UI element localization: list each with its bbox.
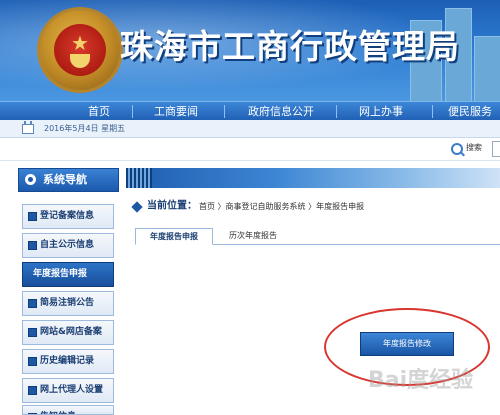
sidebar-item-label: 登记备案信息	[40, 211, 95, 221]
nav-item-public-services[interactable]: 便民服务	[440, 102, 500, 121]
sidebar-item-label: 告知信息	[40, 406, 76, 414]
nav-item-online-services[interactable]: 网上办事	[348, 102, 414, 121]
sidebar-item-registration-info[interactable]: 登记备案信息	[22, 204, 114, 229]
sidebar-item-notices[interactable]: 告知信息	[22, 405, 114, 415]
bullet-icon	[28, 357, 37, 366]
sidebar-item-website-filing[interactable]: 网站&网店备案	[22, 320, 114, 345]
nav-separator	[224, 105, 225, 118]
emblem-inner: ★	[54, 24, 106, 76]
sidebar-item-label: 简易注销公告	[40, 298, 95, 308]
header-stripes	[126, 168, 152, 188]
nav-separator	[336, 105, 337, 118]
bullet-icon	[28, 241, 37, 250]
building-graphic	[474, 36, 500, 101]
sidebar-item-label: 网上代理人设置	[40, 385, 104, 395]
star-icon: ★	[71, 31, 89, 55]
shield-icon	[70, 54, 90, 68]
sidebar-title: 系统导航	[43, 173, 87, 186]
sidebar-item-label: 年度报告申报	[33, 269, 88, 279]
nav-item-home[interactable]: 首页	[75, 102, 123, 121]
tab-annual-report[interactable]: 年度报告申报	[135, 228, 213, 245]
nav-icon	[25, 174, 36, 185]
bullet-icon	[28, 386, 37, 395]
header-banner: ★ 珠海市工商行政管理局	[0, 0, 500, 101]
calendar-icon	[22, 121, 34, 134]
sidebar-header: 系统导航	[18, 168, 119, 192]
emblem-logo: ★	[40, 10, 120, 90]
nav-separator	[132, 105, 133, 118]
nav-item-info-disclosure[interactable]: 政府信息公开	[236, 102, 326, 121]
site-title: 珠海市工商行政管理局	[120, 27, 460, 66]
location-icon	[131, 200, 143, 213]
breadcrumb-path[interactable]: 首页 〉商事登记自助服务系统 〉年度报告申报	[199, 202, 364, 211]
nav-item-news[interactable]: 工商要闻	[140, 102, 212, 121]
sidebar-item-simple-cancellation[interactable]: 简易注销公告	[22, 291, 114, 316]
sidebar-item-edit-history[interactable]: 历史编辑记录	[22, 349, 114, 374]
sidebar-item-label: 自主公示信息	[40, 240, 95, 250]
search-icon[interactable]	[451, 143, 463, 155]
sidebar-item-self-disclosure[interactable]: 自主公示信息	[22, 233, 114, 258]
sidebar-item-agent-settings[interactable]: 网上代理人设置	[22, 378, 114, 403]
sidebar-item-label: 历史编辑记录	[40, 356, 95, 366]
tab-report-history[interactable]: 历次年度报告	[217, 228, 289, 243]
tab-bar: 年度报告申报 历次年度报告	[135, 228, 500, 245]
watermark-text: Bai度经验	[368, 368, 474, 393]
breadcrumb: 当前位置： 首页 〉商事登记自助服务系统 〉年度报告申报	[130, 198, 364, 214]
sidebar-item-annual-report[interactable]: 年度报告申报	[22, 262, 114, 287]
search-input[interactable]	[492, 141, 500, 157]
bullet-icon	[28, 328, 37, 337]
search-label[interactable]: 搜索	[466, 142, 482, 153]
bullet-icon	[28, 212, 37, 221]
sidebar	[14, 165, 122, 413]
breadcrumb-label: 当前位置：	[147, 200, 197, 212]
current-date: 2016年5月4日 星期五	[44, 124, 126, 133]
nav-separator	[432, 105, 433, 118]
bullet-icon	[28, 299, 37, 308]
sidebar-item-label: 网站&网店备案	[40, 327, 102, 337]
main-nav: 首页 工商要闻 政府信息公开 网上办事 便民服务	[0, 101, 500, 121]
search-bar: 搜索	[0, 138, 500, 161]
content-header-bar	[126, 168, 500, 188]
date-bar: 2016年5月4日 星期五	[0, 120, 500, 138]
